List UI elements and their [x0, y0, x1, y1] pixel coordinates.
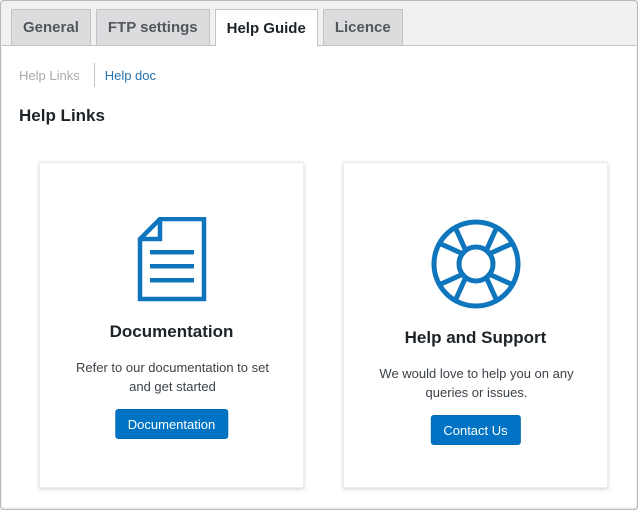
section-title: Help Links: [19, 106, 105, 125]
lifebuoy-icon: [431, 219, 521, 314]
tab-licence[interactable]: Licence: [322, 9, 403, 45]
document-icon: [136, 216, 208, 308]
help-support-card: Help and Support We would love to help y…: [343, 162, 608, 488]
tab-general[interactable]: General: [11, 9, 91, 45]
help-support-card-title: Help and Support: [404, 328, 547, 347]
documentation-card: Documentation Refer to our documentation…: [39, 162, 304, 488]
tab-panel: Help Links Help doc Help Links Documenta…: [2, 45, 636, 507]
tab-help-guide[interactable]: Help Guide: [214, 9, 318, 46]
subnav-help-links[interactable]: Help Links: [19, 68, 94, 83]
documentation-card-title: Documentation: [109, 322, 234, 341]
tab-bar: General FTP settings Help Guide Licence: [11, 9, 403, 46]
contact-us-button[interactable]: Contact Us: [430, 415, 521, 445]
subnav-help-doc[interactable]: Help doc: [95, 68, 156, 83]
sub-navigation: Help Links Help doc: [19, 62, 156, 88]
documentation-button[interactable]: Documentation: [114, 409, 229, 439]
help-support-card-description: We would love to help you on any queries…: [379, 366, 574, 400]
settings-window: General FTP settings Help Guide Licence …: [0, 0, 638, 510]
documentation-card-description: Refer to our documentation to set and ge…: [76, 360, 269, 394]
tab-ftp-settings[interactable]: FTP settings: [95, 9, 210, 45]
